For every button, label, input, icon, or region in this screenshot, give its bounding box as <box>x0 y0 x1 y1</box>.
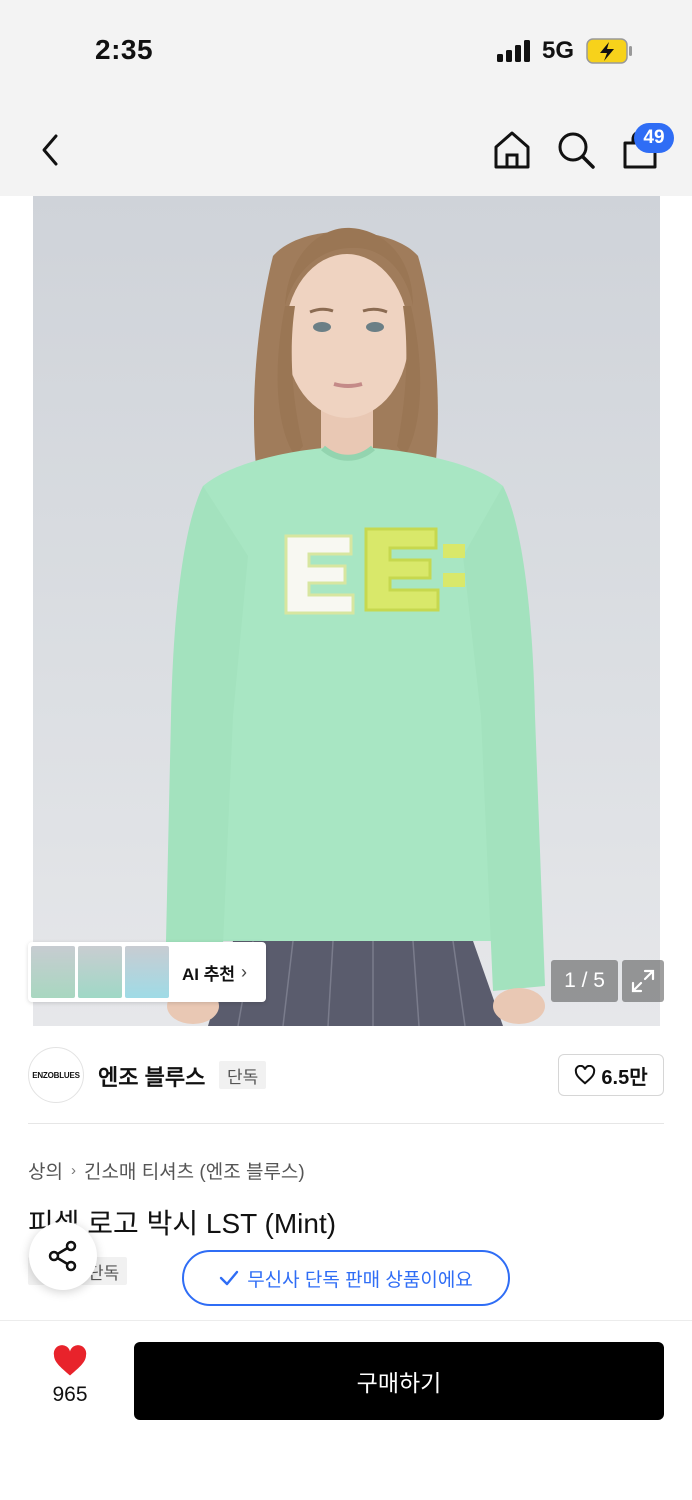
divider <box>28 1123 664 1124</box>
brand-logo[interactable]: ENZOBLUES <box>28 1047 84 1103</box>
breadcrumb-item[interactable]: 긴소매 티셔츠 (엔조 블루스) <box>84 1157 305 1184</box>
heart-filled-icon <box>53 1345 87 1376</box>
brand-like-count: 6.5만 <box>601 1066 648 1089</box>
home-icon <box>494 131 530 169</box>
battery-icon <box>586 38 632 64</box>
breadcrumb-item[interactable]: 상의 <box>28 1157 63 1184</box>
wishlist-count: 965 <box>52 1383 88 1406</box>
brand-name[interactable]: 엔조 블루스 <box>98 1060 205 1092</box>
exclusive-toast: 무신사 단독 판매 상품이에요 <box>182 1250 510 1306</box>
share-button[interactable] <box>29 1222 97 1290</box>
home-button[interactable] <box>490 126 534 174</box>
cart-count-badge: 49 <box>634 123 674 153</box>
product-image[interactable] <box>33 196 660 1026</box>
expand-image-button[interactable] <box>622 960 664 1002</box>
ai-recommend-strip[interactable]: AI 추천 › <box>28 942 266 1002</box>
back-button[interactable] <box>28 128 72 172</box>
check-icon <box>219 1270 239 1286</box>
exclusive-badge: 단독 <box>219 1061 267 1089</box>
chevron-right-icon: › <box>241 961 248 982</box>
status-bar: 2:35 5G <box>0 0 692 100</box>
heart-outline-icon <box>575 1065 596 1085</box>
breadcrumb: 상의 › 긴소매 티셔츠 (엔조 블루스) <box>28 1157 305 1184</box>
chevron-left-icon <box>42 134 58 166</box>
status-time: 2:35 <box>95 34 154 65</box>
share-icon <box>48 1240 77 1272</box>
thumbnail-image[interactable] <box>78 946 122 998</box>
chevron-right-icon: › <box>70 1162 76 1179</box>
wishlist-button[interactable]: 965 <box>34 1345 106 1415</box>
toast-message: 무신사 단독 판매 상품이에요 <box>247 1269 473 1291</box>
search-button[interactable] <box>554 126 598 174</box>
ai-recommend-label: AI 추천 <box>182 964 236 984</box>
top-nav-bar <box>0 100 692 196</box>
bottom-action-bar: 965 구매하기 <box>0 1320 692 1500</box>
thumbnail-image[interactable] <box>31 946 75 998</box>
expand-icon <box>631 969 655 993</box>
product-photo <box>165 227 545 1026</box>
search-icon <box>558 132 595 169</box>
buy-button[interactable]: 구매하기 <box>134 1342 664 1420</box>
signal-icon <box>497 40 530 62</box>
thumbnail-image[interactable] <box>125 946 169 998</box>
brand-like-button[interactable]: 6.5만 <box>558 1054 664 1096</box>
image-page-counter: 1 / 5 <box>551 960 618 1002</box>
network-label: 5G <box>542 37 575 64</box>
